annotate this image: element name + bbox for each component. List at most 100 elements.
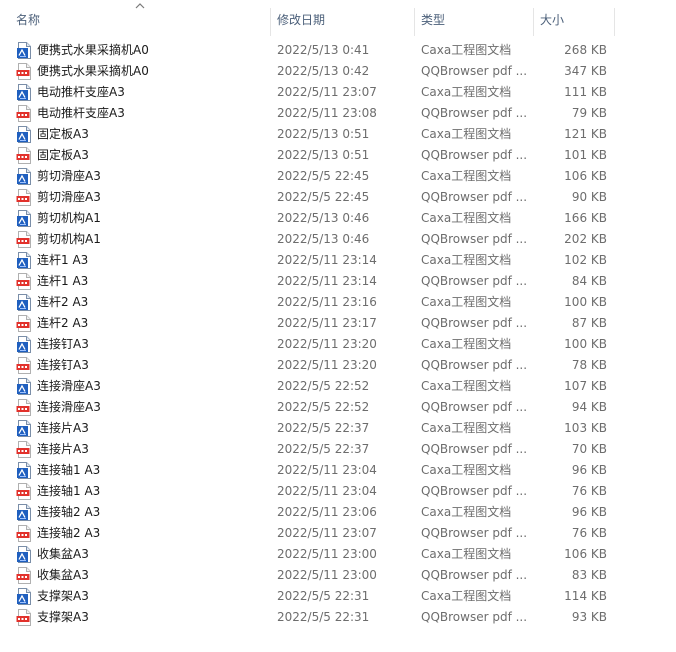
- file-row[interactable]: 剪切机构A1 2022/5/13 0:46 Caxa工程图文档 166 KB: [0, 208, 676, 229]
- file-row[interactable]: 便携式水果采摘机A0 2022/5/13 0:41 Caxa工程图文档 268 …: [0, 40, 676, 61]
- file-row[interactable]: 连接片A3 2022/5/5 22:37 Caxa工程图文档 103 KB: [0, 418, 676, 439]
- caxa-file-icon: [17, 378, 31, 395]
- file-row[interactable]: 连接钉A3 2022/5/11 23:20 Caxa工程图文档 100 KB: [0, 334, 676, 355]
- file-size: 106 KB: [564, 169, 607, 183]
- file-date-modified: 2022/5/11 23:08: [277, 106, 377, 120]
- pdf-file-icon: [16, 189, 31, 206]
- file-name: 连接滑座A3: [37, 379, 101, 393]
- file-type: QQBrowser pdf ...: [421, 442, 528, 456]
- file-size: 87 KB: [571, 316, 607, 330]
- file-date-modified: 2022/5/5 22:45: [277, 190, 370, 204]
- file-size: 83 KB: [571, 568, 607, 582]
- file-date-modified: 2022/5/11 23:20: [277, 337, 377, 351]
- file-size: 202 KB: [564, 232, 607, 246]
- caxa-file-icon: [17, 210, 31, 227]
- file-size: 78 KB: [571, 358, 607, 372]
- file-type: Caxa工程图文档: [421, 85, 512, 99]
- file-row[interactable]: 电动推杆支座A3 2022/5/11 23:07 Caxa工程图文档 111 K…: [0, 82, 676, 103]
- file-date-modified: 2022/5/11 23:16: [277, 295, 377, 309]
- pdf-file-icon: [16, 315, 31, 332]
- file-name: 剪切机构A1: [37, 232, 101, 246]
- column-header-type[interactable]: 类型: [421, 0, 533, 40]
- file-date-modified: 2022/5/11 23:00: [277, 568, 377, 582]
- file-row[interactable]: 收集盆A3 2022/5/11 23:00 Caxa工程图文档 106 KB: [0, 544, 676, 565]
- file-row[interactable]: 连接滑座A3 2022/5/5 22:52 QQBrowser pdf ... …: [0, 397, 676, 418]
- file-row[interactable]: 连杆2 A3 2022/5/11 23:16 Caxa工程图文档 100 KB: [0, 292, 676, 313]
- column-header-name[interactable]: 名称: [16, 0, 270, 40]
- file-date-modified: 2022/5/11 23:04: [277, 484, 377, 498]
- file-date-modified: 2022/5/11 23:06: [277, 505, 377, 519]
- file-date-modified: 2022/5/11 23:04: [277, 463, 377, 477]
- file-name: 连杆1 A3: [37, 253, 89, 267]
- file-row[interactable]: 连接轴2 A3 2022/5/11 23:06 Caxa工程图文档 96 KB: [0, 502, 676, 523]
- file-type: QQBrowser pdf ...: [421, 526, 528, 540]
- file-row[interactable]: 支撑架A3 2022/5/5 22:31 QQBrowser pdf ... 9…: [0, 607, 676, 628]
- file-row[interactable]: 电动推杆支座A3 2022/5/11 23:08 QQBrowser pdf .…: [0, 103, 676, 124]
- column-header-size[interactable]: 大小: [540, 0, 614, 40]
- caxa-file-icon: [17, 294, 31, 311]
- file-date-modified: 2022/5/13 0:41: [277, 43, 370, 57]
- file-type: Caxa工程图文档: [421, 43, 512, 57]
- file-row[interactable]: 连杆1 A3 2022/5/11 23:14 Caxa工程图文档 102 KB: [0, 250, 676, 271]
- file-row[interactable]: 连杆2 A3 2022/5/11 23:17 QQBrowser pdf ...…: [0, 313, 676, 334]
- file-type: QQBrowser pdf ...: [421, 568, 528, 582]
- column-divider[interactable]: [270, 8, 271, 36]
- file-size: 268 KB: [564, 43, 607, 57]
- file-row[interactable]: 连接滑座A3 2022/5/5 22:52 Caxa工程图文档 107 KB: [0, 376, 676, 397]
- file-type: QQBrowser pdf ...: [421, 610, 528, 624]
- file-name: 连接轴1 A3: [37, 484, 101, 498]
- file-row[interactable]: 连接轴2 A3 2022/5/11 23:07 QQBrowser pdf ..…: [0, 523, 676, 544]
- file-size: 100 KB: [564, 295, 607, 309]
- caxa-file-icon: [17, 588, 31, 605]
- pdf-file-icon: [16, 483, 31, 500]
- file-row[interactable]: 连接轴1 A3 2022/5/11 23:04 QQBrowser pdf ..…: [0, 481, 676, 502]
- file-size: 70 KB: [571, 442, 607, 456]
- file-date-modified: 2022/5/11 23:14: [277, 253, 377, 267]
- caxa-file-icon: [17, 336, 31, 353]
- file-row[interactable]: 固定板A3 2022/5/13 0:51 QQBrowser pdf ... 1…: [0, 145, 676, 166]
- file-name: 电动推杆支座A3: [37, 85, 125, 99]
- file-date-modified: 2022/5/13 0:51: [277, 148, 370, 162]
- file-row[interactable]: 支撑架A3 2022/5/5 22:31 Caxa工程图文档 114 KB: [0, 586, 676, 607]
- caxa-file-icon: [17, 462, 31, 479]
- column-divider[interactable]: [614, 8, 615, 36]
- file-row[interactable]: 连接片A3 2022/5/5 22:37 QQBrowser pdf ... 7…: [0, 439, 676, 460]
- pdf-file-icon: [16, 105, 31, 122]
- file-name: 连接钉A3: [37, 358, 89, 372]
- column-divider[interactable]: [533, 8, 534, 36]
- file-name: 收集盆A3: [37, 568, 89, 582]
- file-size: 166 KB: [564, 211, 607, 225]
- pdf-file-icon: [16, 399, 31, 416]
- file-row[interactable]: 剪切机构A1 2022/5/13 0:46 QQBrowser pdf ... …: [0, 229, 676, 250]
- column-header-date[interactable]: 修改日期: [277, 0, 414, 40]
- file-size: 76 KB: [571, 484, 607, 498]
- file-type: Caxa工程图文档: [421, 253, 512, 267]
- file-type: QQBrowser pdf ...: [421, 190, 528, 204]
- file-size: 76 KB: [571, 526, 607, 540]
- file-name: 连接轴2 A3: [37, 526, 101, 540]
- pdf-file-icon: [16, 63, 31, 80]
- pdf-file-icon: [16, 357, 31, 374]
- file-type: Caxa工程图文档: [421, 211, 512, 225]
- file-size: 93 KB: [571, 610, 607, 624]
- file-row[interactable]: 收集盆A3 2022/5/11 23:00 QQBrowser pdf ... …: [0, 565, 676, 586]
- file-row[interactable]: 便携式水果采摘机A0 2022/5/13 0:42 QQBrowser pdf …: [0, 61, 676, 82]
- file-date-modified: 2022/5/5 22:31: [277, 610, 370, 624]
- caxa-file-icon: [17, 42, 31, 59]
- file-row[interactable]: 剪切滑座A3 2022/5/5 22:45 QQBrowser pdf ... …: [0, 187, 676, 208]
- file-date-modified: 2022/5/13 0:42: [277, 64, 370, 78]
- file-type: Caxa工程图文档: [421, 337, 512, 351]
- pdf-file-icon: [16, 231, 31, 248]
- file-row[interactable]: 连接钉A3 2022/5/11 23:20 QQBrowser pdf ... …: [0, 355, 676, 376]
- file-size: 114 KB: [564, 589, 607, 603]
- file-row[interactable]: 连接轴1 A3 2022/5/11 23:04 Caxa工程图文档 96 KB: [0, 460, 676, 481]
- file-row[interactable]: 剪切滑座A3 2022/5/5 22:45 Caxa工程图文档 106 KB: [0, 166, 676, 187]
- file-date-modified: 2022/5/5 22:52: [277, 400, 370, 414]
- file-size: 96 KB: [571, 505, 607, 519]
- file-type: QQBrowser pdf ...: [421, 316, 528, 330]
- file-type: QQBrowser pdf ...: [421, 106, 528, 120]
- column-divider[interactable]: [414, 8, 415, 36]
- file-row[interactable]: 固定板A3 2022/5/13 0:51 Caxa工程图文档 121 KB: [0, 124, 676, 145]
- file-row[interactable]: 连杆1 A3 2022/5/11 23:14 QQBrowser pdf ...…: [0, 271, 676, 292]
- file-name: 支撑架A3: [37, 589, 89, 603]
